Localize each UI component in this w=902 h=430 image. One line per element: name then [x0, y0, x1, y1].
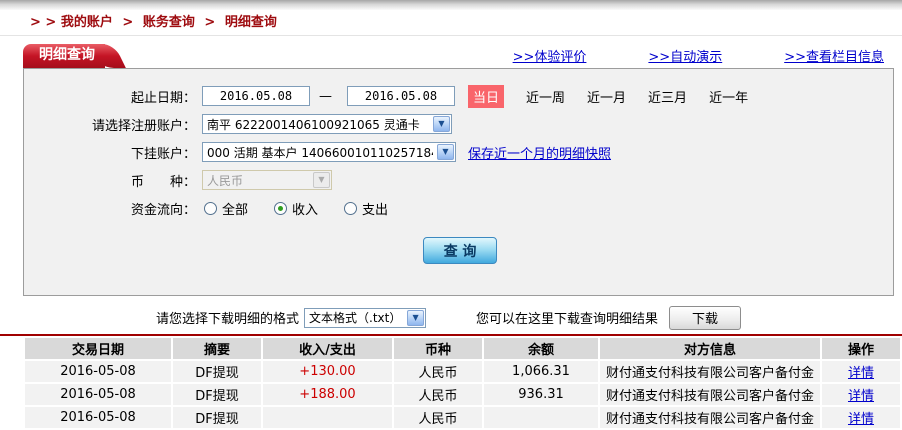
register-account-select[interactable]: 南平 6222001406100921065 灵通卡 ▼	[202, 114, 452, 134]
radio-unchecked-icon[interactable]	[344, 201, 358, 215]
col-header-action: 操作	[822, 338, 900, 359]
sub-account-row: 下挂账户： 000 活期 基本户 1406600101102571848 ▼ 保…	[24, 138, 893, 166]
breadcrumb-item-account-query[interactable]: 账务查询	[143, 15, 195, 30]
flow-direction-row: 资金流向： 全部 收入 支出	[24, 194, 893, 222]
currency-row: 币 种： 人民币 ▼	[24, 166, 893, 194]
cell-amount: +188.00	[263, 384, 392, 405]
cell-currency: 人民币	[394, 361, 482, 382]
cell-date: 2016-05-08	[25, 384, 171, 405]
cell-balance: 1,066.31	[484, 361, 598, 382]
sub-account-select[interactable]: 000 活期 基本户 1406600101102571848 ▼	[202, 142, 456, 162]
link-auto-demo[interactable]: >>自动演示	[648, 46, 722, 65]
sub-account-value: 000 活期 基本户 1406600101102571848	[207, 145, 433, 160]
query-button[interactable]: 查 询	[423, 237, 497, 264]
breadcrumb-item-detail-query[interactable]: 明细查询	[225, 15, 277, 30]
col-header-currency: 币种	[394, 338, 482, 359]
cell-counterparty: 财付通支付科技有限公司客户备付金	[600, 407, 820, 428]
flow-option-income-label: 收入	[292, 202, 319, 218]
range-last-month[interactable]: 近一月	[587, 87, 626, 106]
link-experience-rating[interactable]: >>体验评价	[513, 46, 587, 65]
today-badge[interactable]: 当日	[468, 84, 505, 108]
download-format-label: 请您选择下载明细的格式	[156, 312, 300, 327]
chevron-down-icon: ▼	[313, 172, 330, 188]
cell-date: 2016-05-08	[25, 407, 171, 428]
chevron-down-icon[interactable]: ▼	[433, 116, 450, 132]
tab-title: 明细查询	[39, 47, 95, 63]
cell-counterparty: 财付通支付科技有限公司客户备付金	[600, 361, 820, 382]
currency-value: 人民币	[207, 173, 244, 188]
flow-option-expense-label: 支出	[362, 202, 389, 218]
register-account-row: 请选择注册账户： 南平 6222001406100921065 灵通卡 ▼	[24, 110, 893, 138]
radio-unchecked-icon[interactable]	[204, 201, 217, 215]
query-form-panel: 起止日期： — 当日 近一周 近一月 近三月 近一年 请选择注册账户： 南平 6…	[23, 68, 894, 296]
detail-link[interactable]: 详情	[848, 366, 874, 381]
cell-currency: 人民币	[394, 407, 482, 428]
currency-select: 人民币 ▼	[202, 170, 332, 190]
download-format-value: 文本格式（.txt）	[309, 311, 402, 325]
register-account-value: 南平 6222001406100921065 灵通卡	[207, 117, 420, 132]
cell-date: 2016-05-08	[25, 361, 171, 382]
range-last-year[interactable]: 近一年	[709, 87, 748, 106]
range-last-three-months[interactable]: 近三月	[648, 87, 687, 106]
cell-amount: +130.00	[263, 361, 392, 382]
download-result-label: 您可以在这里下载查询明细结果	[476, 312, 659, 327]
flow-option-all-label: 全部	[222, 202, 249, 218]
transaction-table: 交易日期 摘要 收入/支出 币种 余额 对方信息 操作 2016-05-08 D…	[23, 336, 902, 430]
link-view-column-info[interactable]: >>查看栏目信息	[784, 46, 884, 65]
col-header-counterparty: 对方信息	[600, 338, 820, 359]
col-header-summary: 摘要	[173, 338, 261, 359]
flow-option-income[interactable]: 收入	[274, 199, 318, 218]
table-header-row: 交易日期 摘要 收入/支出 币种 余额 对方信息 操作	[25, 338, 900, 359]
breadcrumb-separator: >	[204, 15, 216, 30]
snapshot-link[interactable]: 保存近一个月的明细快照	[468, 143, 611, 162]
chevron-down-icon[interactable]: ▼	[437, 144, 454, 160]
range-last-week[interactable]: 近一周	[526, 87, 565, 106]
tab-row: 明细查询 >>体验评价 >>自动演示 >>查看栏目信息	[23, 43, 888, 68]
download-format-select[interactable]: 文本格式（.txt） ▼	[304, 307, 427, 328]
flow-direction-label: 资金流向：	[130, 202, 196, 218]
breadcrumb-prefix: > >	[30, 15, 57, 30]
cell-amount	[263, 407, 392, 428]
breadcrumb-item-my-account[interactable]: 我的账户	[61, 15, 113, 30]
table-row-partial: 2016-05-08 DF提现 人民币 财付通支付科技有限公司客户备付金 详情	[25, 407, 900, 428]
date-separator: —	[319, 88, 332, 104]
download-button[interactable]: 下载	[669, 305, 742, 330]
date-from-input[interactable]	[202, 86, 310, 106]
cell-currency: 人民币	[394, 384, 482, 405]
cell-counterparty: 财付通支付科技有限公司客户备付金	[600, 384, 820, 405]
detail-link[interactable]: 详情	[848, 412, 874, 427]
col-header-amount: 收入/支出	[263, 338, 392, 359]
table-row: 2016-05-08 DF提现 +188.00 人民币 936.31 财付通支付…	[25, 384, 900, 405]
detail-link[interactable]: 详情	[848, 389, 874, 404]
tab-detail-query[interactable]: 明细查询	[23, 44, 105, 68]
date-range-label: 起止日期：	[130, 90, 196, 106]
col-header-balance: 余额	[484, 338, 598, 359]
currency-label: 币 种：	[130, 174, 196, 190]
download-row: 请您选择下载明细的格式 文本格式（.txt） ▼ 您可以在这里下载查询明细结果 …	[156, 305, 902, 330]
radio-checked-icon[interactable]	[274, 201, 288, 215]
table-row: 2016-05-08 DF提现 +130.00 人民币 1,066.31 财付通…	[25, 361, 900, 382]
flow-option-expense[interactable]: 支出	[344, 199, 388, 218]
top-gradient-bar	[0, 0, 902, 10]
date-to-input[interactable]	[347, 86, 455, 106]
date-range-row: 起止日期： — 当日 近一周 近一月 近三月 近一年	[24, 82, 893, 110]
register-account-label: 请选择注册账户：	[91, 118, 196, 134]
cell-balance: 936.31	[484, 384, 598, 405]
chevron-down-icon[interactable]: ▼	[407, 309, 425, 326]
col-header-date: 交易日期	[25, 338, 171, 359]
sub-account-label: 下挂账户：	[130, 146, 196, 162]
cell-summary: DF提现	[173, 361, 261, 382]
breadcrumb-separator: >	[122, 15, 134, 30]
breadcrumb: > > 我的账户 > 账务查询 > 明细查询	[0, 10, 902, 36]
cell-summary: DF提现	[173, 407, 261, 428]
flow-option-all[interactable]: 全部	[204, 199, 248, 218]
header-links: >>体验评价 >>自动演示 >>查看栏目信息	[513, 46, 888, 65]
cell-balance	[484, 407, 598, 428]
cell-summary: DF提现	[173, 384, 261, 405]
